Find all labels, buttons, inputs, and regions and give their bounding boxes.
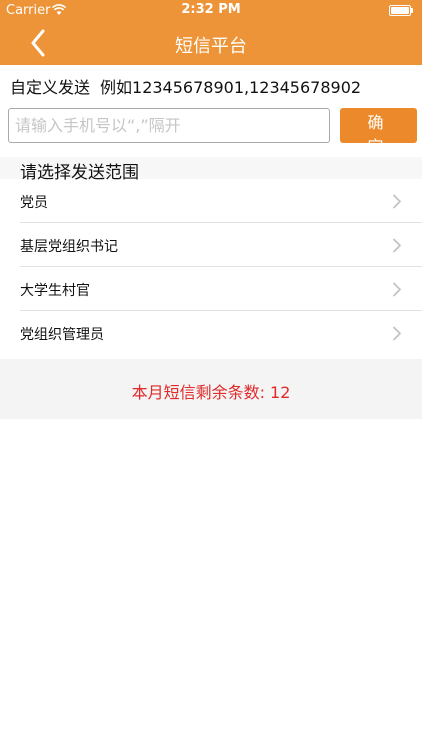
header: Carrier 2:32 PM 短信平台 — [0, 0, 422, 65]
chevron-right-icon — [393, 326, 401, 341]
scope-item-label: 基层党组织书记 — [20, 239, 118, 255]
scope-item-label: 党员 — [20, 195, 48, 211]
scope-list: 党员 基层党组织书记 大学生村官 党组织管理员 — [0, 179, 422, 355]
custom-send-label: 自定义发送 — [10, 78, 91, 97]
scope-item-organization-admins[interactable]: 党组织管理员 — [0, 311, 422, 355]
chevron-right-icon — [393, 194, 401, 209]
sms-quota-text: 本月短信剩余条数: 12 — [131, 383, 291, 402]
scope-item-label: 大学生村官 — [20, 283, 90, 299]
scope-section-header: 请选择发送范围 — [0, 157, 422, 183]
quota-panel: 本月短信剩余条数: 12 — [0, 359, 422, 419]
chevron-right-icon — [393, 238, 401, 253]
confirm-button[interactable]: 确定 — [340, 108, 417, 156]
phone-number-input[interactable] — [8, 108, 330, 143]
custom-send-row: 自定义发送 例如12345678901,12345678902 — [10, 74, 361, 98]
battery-icon — [389, 5, 414, 16]
nav-bar: 短信平台 — [0, 22, 422, 65]
scope-item-branch-secretaries[interactable]: 基层党组织书记 — [0, 223, 422, 267]
clock: 2:32 PM — [181, 2, 241, 17]
page-title: 短信平台 — [175, 36, 247, 57]
custom-send-example: 例如12345678901,12345678902 — [100, 78, 362, 97]
scope-item-village-officials[interactable]: 大学生村官 — [0, 267, 422, 311]
chevron-right-icon — [393, 282, 401, 297]
status-bar: Carrier 2:32 PM — [0, 0, 422, 22]
scope-item-party-members[interactable]: 党员 — [0, 179, 422, 223]
scope-item-label: 党组织管理员 — [20, 327, 104, 343]
